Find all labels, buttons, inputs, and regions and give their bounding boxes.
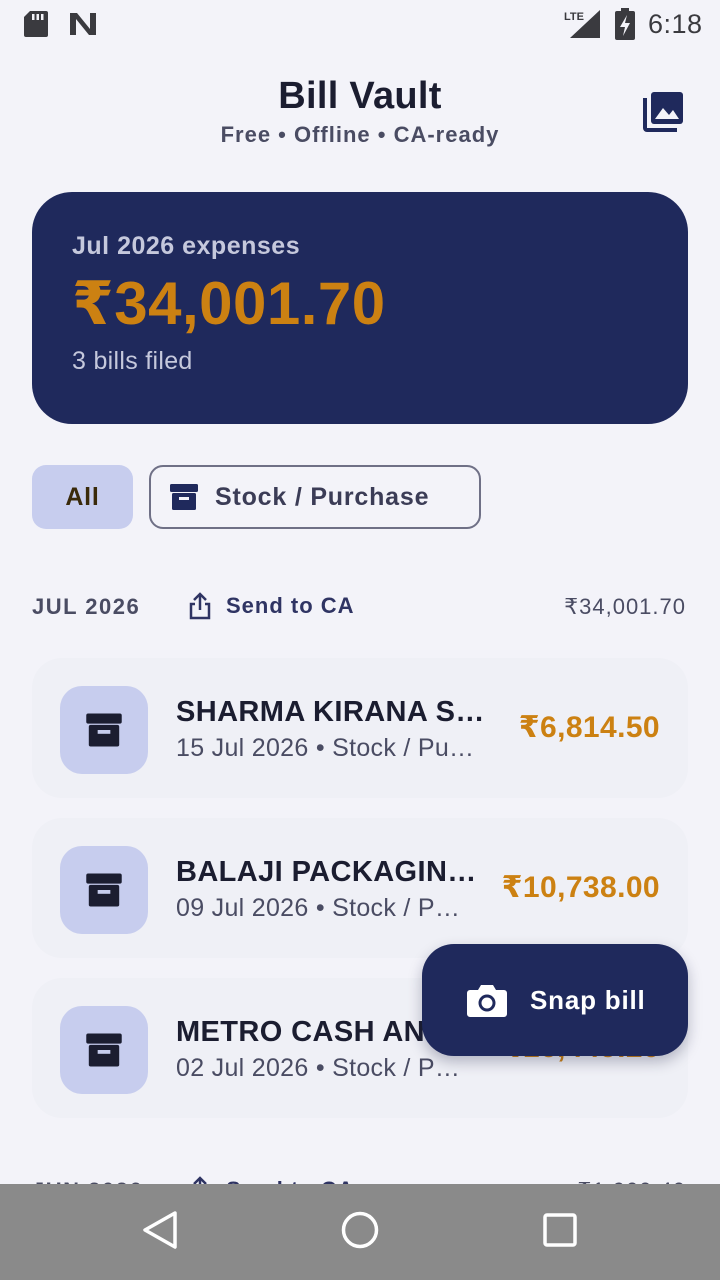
app-header: Bill Vault Free • Offline • CA-ready (0, 72, 720, 148)
recents-square-icon (542, 1212, 578, 1253)
status-time: 6:18 (648, 9, 703, 39)
n-notification-icon (68, 11, 98, 42)
svg-text:LTE: LTE (564, 11, 584, 23)
summary-amount: ₹34,001.70 (72, 270, 386, 337)
send-to-ca-label: Send to CA (226, 593, 355, 618)
battery-charging-icon (614, 8, 636, 45)
recents-button[interactable] (500, 1184, 620, 1280)
filter-chip-label: All (65, 482, 100, 511)
archive-box-icon (60, 1006, 148, 1094)
gallery-button[interactable] (638, 88, 690, 138)
back-triangle-icon (141, 1210, 179, 1255)
lte-signal-icon: LTE (562, 8, 602, 45)
app-title: Bill Vault (278, 75, 442, 117)
app-subtitle: Free • Offline • CA-ready (220, 122, 500, 147)
bill-amount: ₹10,738.00 (501, 871, 660, 904)
summary-bill-count: 3 bills filed (72, 347, 193, 375)
status-bar: LTE 6:18 (0, 0, 720, 48)
bill-amount: ₹6,814.50 (518, 711, 660, 744)
archive-box-icon (60, 846, 148, 934)
gallery-icon (643, 90, 685, 137)
month-section-header: JUL 2026 Send to CA ₹34,001.70 (32, 588, 688, 628)
bill-card[interactable]: BALAJI PACKAGIN… 09 Jul 2026 • Stock / P… (32, 818, 688, 958)
archive-box-icon (169, 482, 199, 512)
back-button[interactable] (100, 1184, 220, 1280)
monthly-summary-card: Jul 2026 expenses ₹34,001.70 3 bills fil… (32, 192, 688, 424)
bill-vendor-name: BALAJI PACKAGIN… (176, 856, 477, 888)
system-navigation-bar (0, 1184, 720, 1280)
section-total: ₹34,001.70 (564, 594, 686, 619)
share-icon (188, 592, 212, 620)
bill-card[interactable]: SHARMA KIRANA S… 15 Jul 2026 • Stock / P… (32, 658, 688, 798)
summary-label: Jul 2026 expenses (72, 232, 301, 260)
filter-chip-label: Stock / Purchase (215, 482, 430, 511)
section-month: JUL 2026 (32, 594, 141, 619)
bill-meta: 09 Jul 2026 • Stock / P… (176, 894, 461, 922)
snap-bill-button[interactable]: Snap bill (422, 944, 688, 1056)
bill-vendor-name: METRO CASH AN (176, 1016, 426, 1048)
filter-chip-stock-purchase[interactable]: Stock / Purchase (149, 465, 481, 529)
home-button[interactable] (300, 1184, 420, 1280)
bill-meta: 15 Jul 2026 • Stock / Pu… (176, 734, 475, 762)
filter-chip-all[interactable]: All (32, 465, 133, 529)
snap-bill-label: Snap bill (530, 984, 646, 1015)
bill-vendor-name: SHARMA KIRANA S… (176, 696, 485, 728)
send-to-ca-button[interactable]: Send to CA (188, 592, 355, 620)
home-circle-icon (340, 1210, 380, 1255)
bill-meta: 02 Jul 2026 • Stock / P… (176, 1054, 461, 1082)
archive-box-icon (60, 686, 148, 774)
sd-card-icon (24, 11, 48, 42)
camera-icon (466, 982, 508, 1018)
